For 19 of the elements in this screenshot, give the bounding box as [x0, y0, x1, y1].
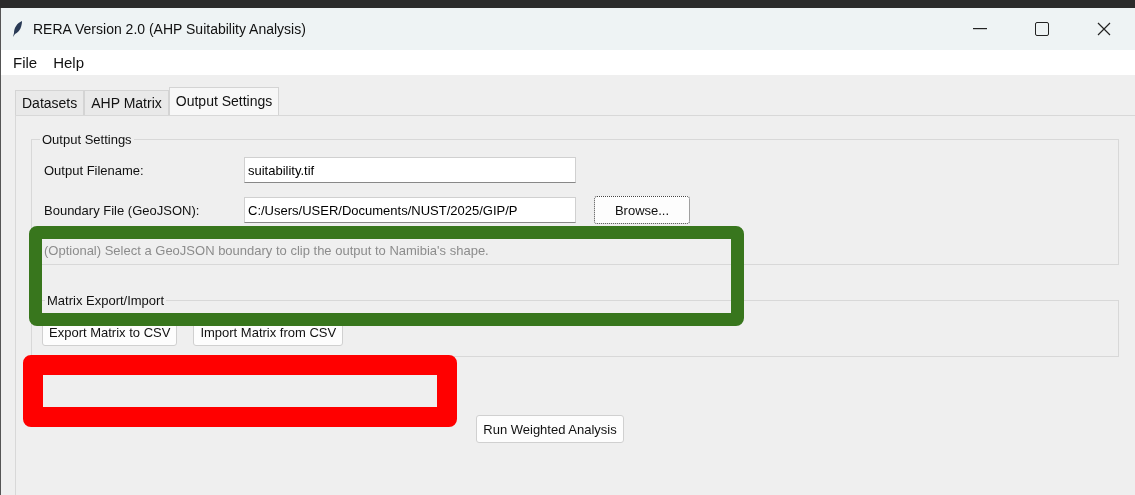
hint-text: (Optional) Select a GeoJSON boundary to clip the output to Namibia's shape. [44, 243, 490, 258]
field-label: Boundary File (GeoJSON): [44, 202, 201, 218]
group-title: Matrix Export/Import [46, 293, 166, 308]
menu-item[interactable]: File [7, 54, 44, 71]
field-label: Output Filename: [44, 162, 145, 178]
tab[interactable]: AHP Matrix [84, 90, 169, 115]
maximize-icon [1035, 22, 1049, 36]
tab[interactable]: Output Settings [168, 87, 280, 115]
minimize-icon [973, 28, 987, 30]
text-field[interactable]: C:/Users/USER/Documents/NUST/2025/GIP/P [244, 197, 576, 223]
text-field[interactable]: suitability.tif [244, 157, 576, 183]
close-icon [1097, 22, 1111, 36]
run-button[interactable]: Run Weighted Analysis [476, 415, 624, 443]
feather-icon [13, 21, 23, 37]
window-title: RERA Version 2.0 (AHP Suitability Analysis) [33, 21, 307, 37]
group-title: Output Settings [41, 132, 133, 147]
browse-button[interactable]: Browse... [594, 196, 690, 224]
tab[interactable]: Datasets [15, 90, 85, 115]
menu-item[interactable]: Help [47, 54, 91, 71]
